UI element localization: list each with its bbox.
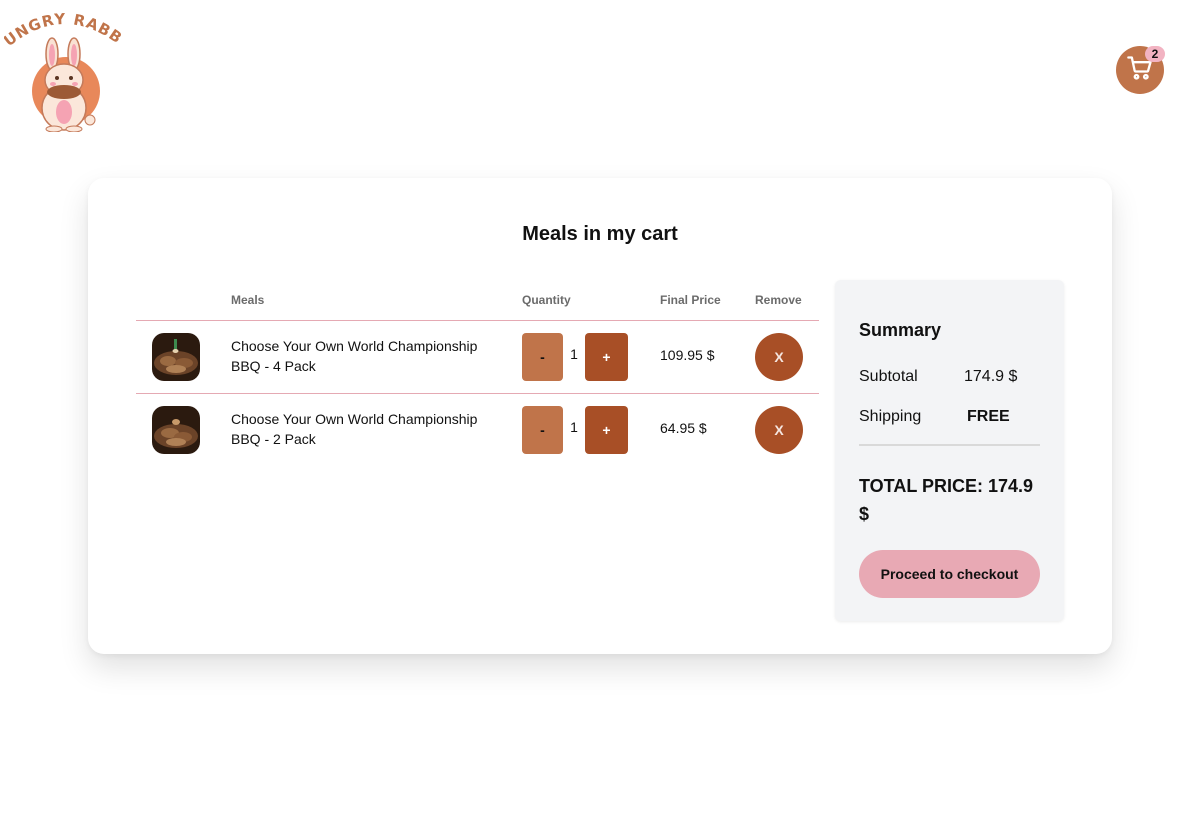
summary-divider [859,444,1040,446]
meal-name: Choose Your Own World Championship BBQ -… [231,411,478,447]
hungry-rabbit-logo[interactable]: HUNGRY RABBIT [0,0,125,133]
subtotal-label: Subtotal [859,368,918,385]
column-header-final-price: Final Price [660,293,721,307]
order-summary-panel: Summary Subtotal 174.9 $ Shipping FREE T… [835,280,1064,621]
shipping-value: FREE [967,408,1010,425]
increase-quantity-button[interactable]: + [585,333,628,381]
increase-quantity-button[interactable]: + [585,406,628,454]
final-price: 109.95 $ [660,347,715,363]
table-row: Choose Your Own World Championship BBQ -… [136,394,819,466]
column-header-quantity: Quantity [522,293,571,307]
final-price: 64.95 $ [660,420,707,436]
column-header-remove: Remove [755,293,802,307]
total-price: TOTAL PRICE: 174.9 $ [859,476,1034,524]
meal-thumbnail [152,406,200,454]
meal-thumbnail [152,333,200,381]
table-row: Choose Your Own World Championship BBQ -… [136,321,819,393]
quantity-value: 1 [570,419,578,435]
remove-item-button[interactable]: X [755,333,803,381]
svg-text:HUNGRY RABBIT: HUNGRY RABBIT [4,8,124,50]
quantity-value: 1 [570,346,578,362]
column-header-meals: Meals [231,293,265,307]
proceed-to-checkout-button[interactable]: Proceed to checkout [859,550,1040,598]
page: HUNGRY RABBIT [0,0,1197,828]
decrease-quantity-button[interactable]: - [522,406,563,454]
meal-name: Choose Your Own World Championship BBQ -… [231,338,478,374]
cart-title: Meals in my cart [522,223,678,245]
subtotal-value: 174.9 $ [964,368,1018,385]
shipping-label: Shipping [859,408,922,425]
cart-card: Meals in my cart Meals Quantity Final Pr… [88,178,1112,654]
summary-title: Summary [859,320,942,340]
remove-item-button[interactable]: X [755,406,803,454]
decrease-quantity-button[interactable]: - [522,333,563,381]
cart-count-badge: 2 [1145,46,1165,62]
